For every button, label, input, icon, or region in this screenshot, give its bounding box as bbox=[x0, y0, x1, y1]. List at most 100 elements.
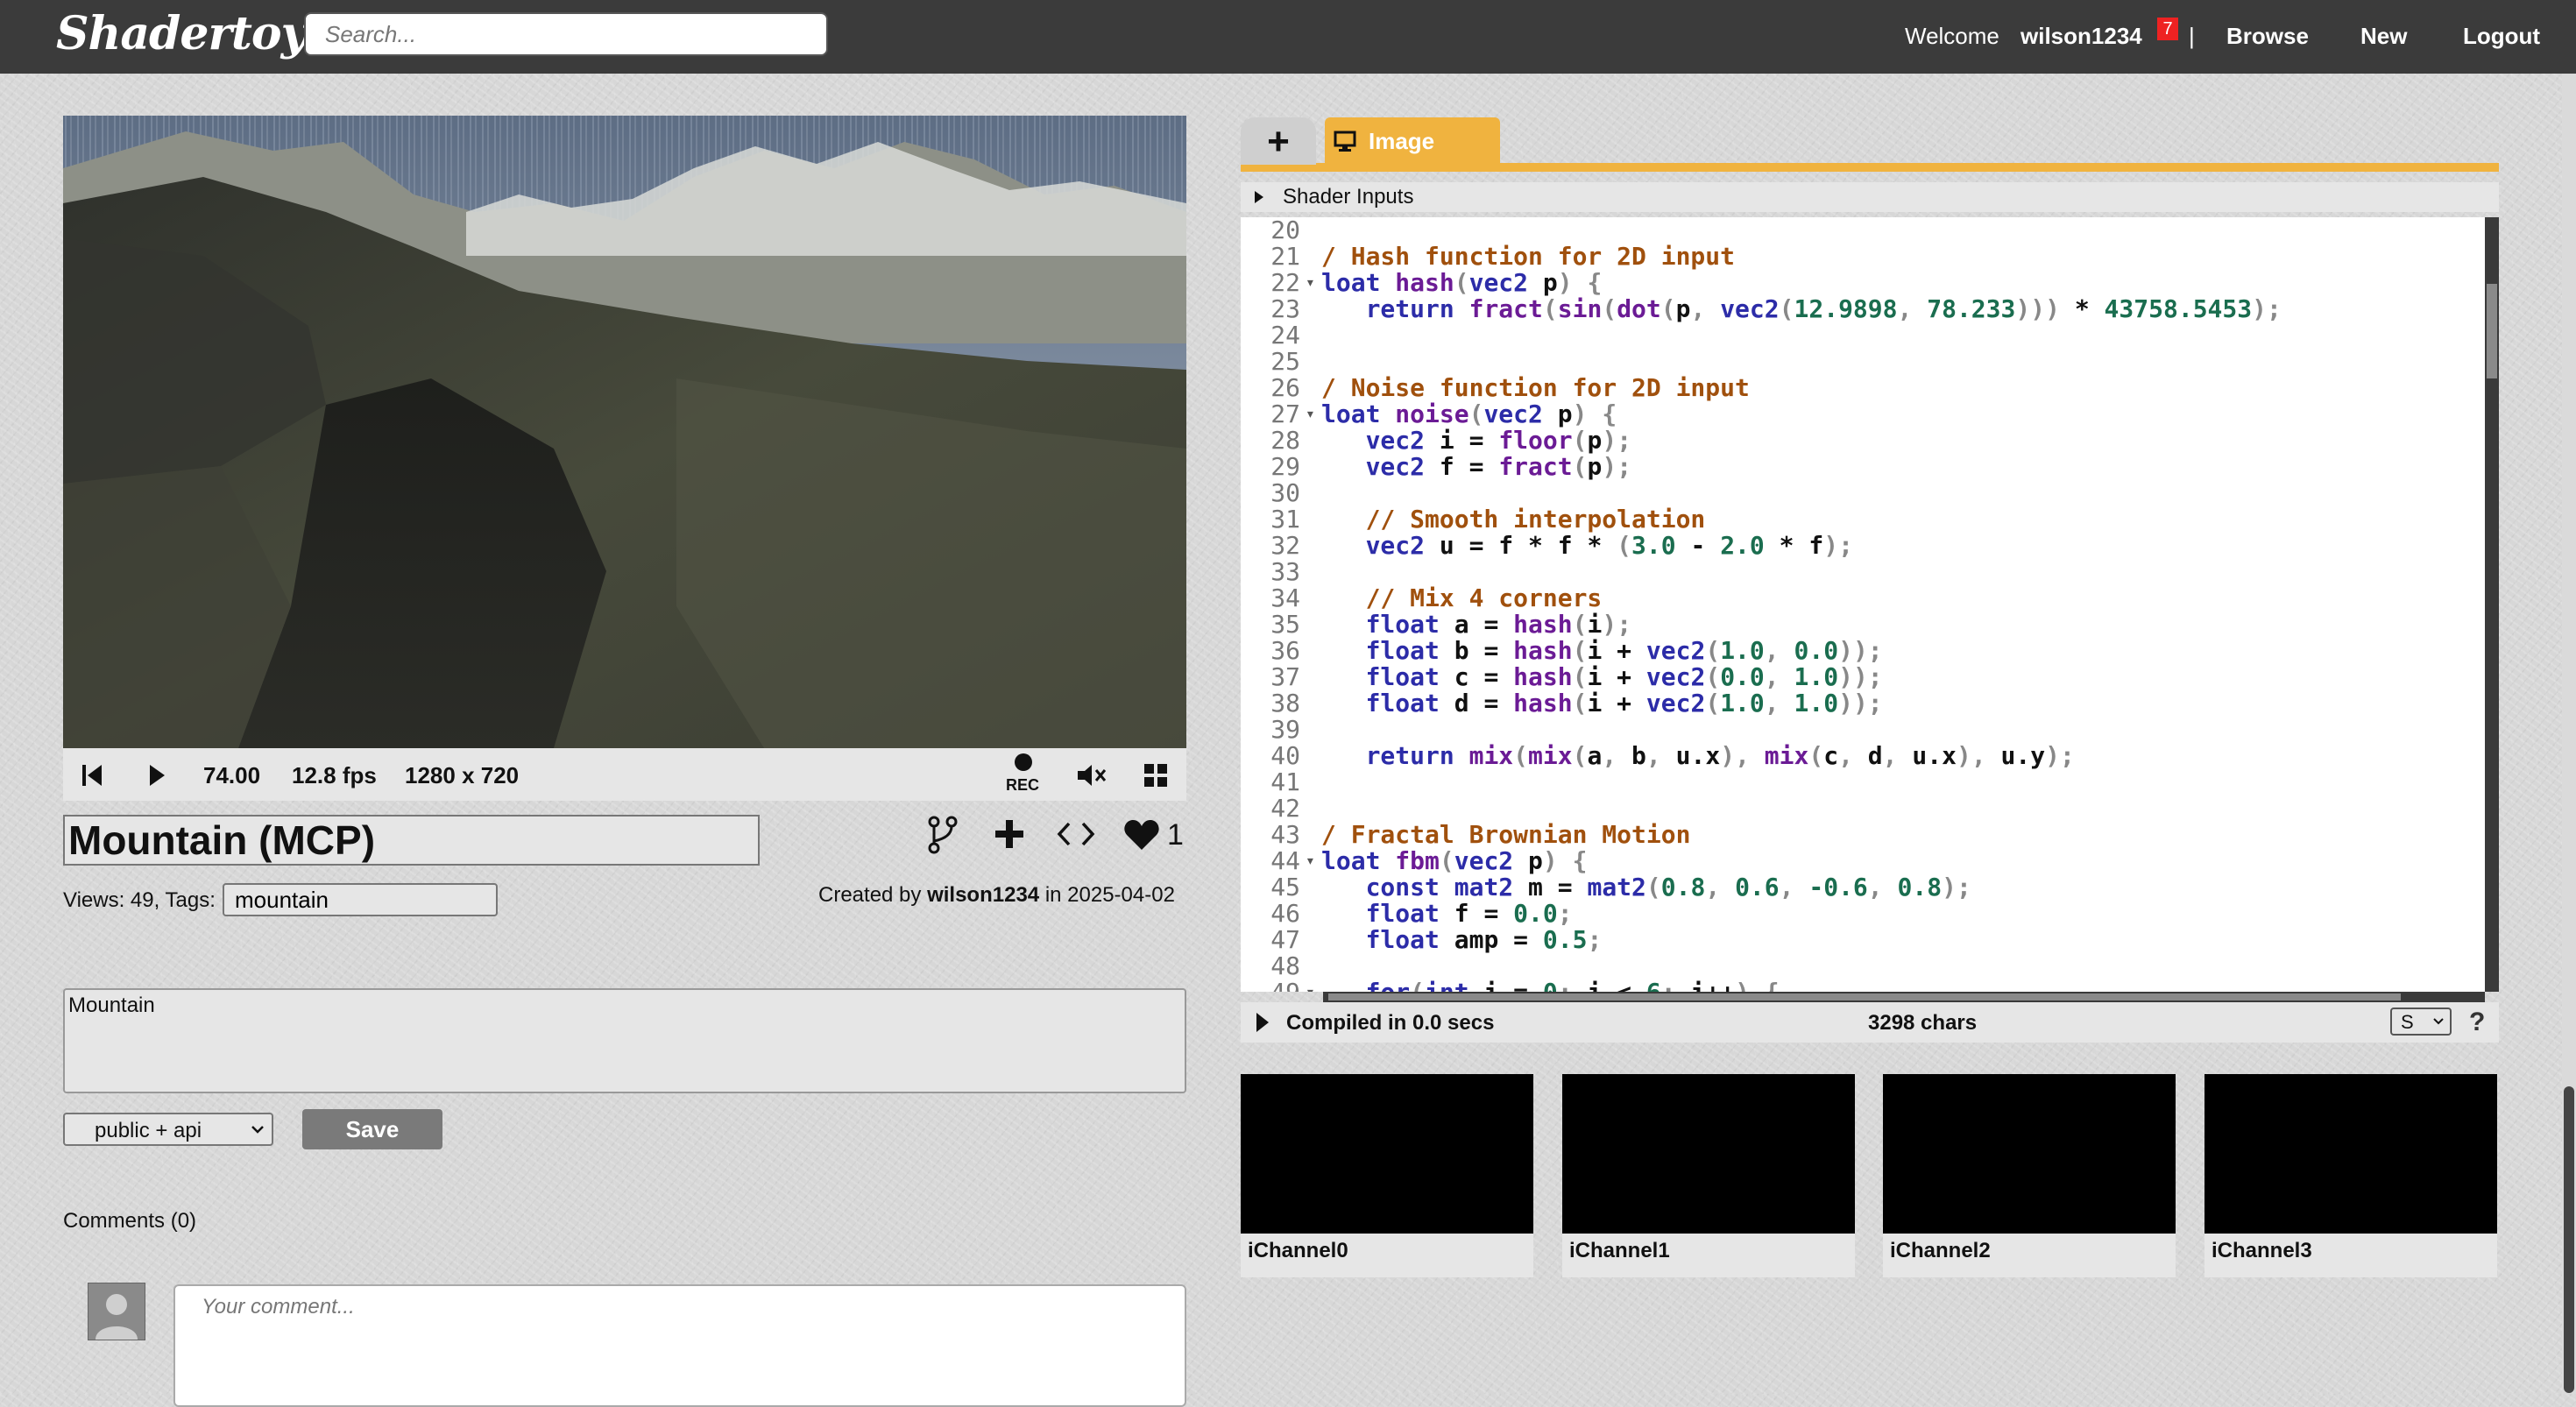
top-bar: Shadertoy Welcome wilson1234 7 | Browse … bbox=[0, 0, 2576, 74]
code-line[interactable]: 46 float f = 0.0; bbox=[1241, 901, 2485, 927]
line-number: 36 bbox=[1270, 636, 1300, 665]
username-link[interactable]: wilson1234 bbox=[2020, 23, 2142, 50]
author-link[interactable]: wilson1234 bbox=[927, 883, 1039, 907]
compile-play-icon[interactable] bbox=[1255, 1011, 1270, 1034]
code-text: // Mix 4 corners bbox=[1321, 583, 1603, 612]
browse-link[interactable]: Browse bbox=[2226, 23, 2309, 50]
line-number: 32 bbox=[1270, 531, 1300, 560]
line-number: 48 bbox=[1270, 951, 1300, 980]
code-text: loat fbm(vec2 p) { bbox=[1321, 846, 1588, 875]
ichannel2-preview[interactable] bbox=[1883, 1074, 2176, 1234]
fold-caret-icon[interactable]: ▾ bbox=[1306, 848, 1315, 874]
code-line[interactable]: 41 bbox=[1241, 769, 2485, 795]
line-number: 24 bbox=[1270, 321, 1300, 350]
shadertoy-logo[interactable]: Shadertoy bbox=[56, 7, 308, 60]
tags-input[interactable] bbox=[223, 883, 498, 916]
user-silhouette-icon bbox=[96, 1294, 138, 1340]
notification-badge[interactable]: 7 bbox=[2157, 18, 2178, 40]
fork-icon[interactable] bbox=[927, 815, 959, 855]
code-text: float a = hash(i); bbox=[1365, 610, 1632, 639]
ichannel1-preview[interactable] bbox=[1562, 1074, 1855, 1234]
tab-image-label: Image bbox=[1369, 128, 1435, 154]
code-editor[interactable]: 20 21/ Hash function for 2D input 22 ▾ loat … bbox=[1241, 217, 2485, 992]
ichannel3-label: iChannel3 bbox=[2212, 1239, 2312, 1262]
code-line[interactable]: 22 ▾ loat hash(vec2 p) { bbox=[1241, 270, 2485, 296]
code-line[interactable]: 33 bbox=[1241, 559, 2485, 585]
volume-icon[interactable] bbox=[1076, 762, 1108, 788]
logout-link[interactable]: Logout bbox=[2463, 23, 2540, 50]
code-line[interactable]: 42 bbox=[1241, 795, 2485, 822]
code-line[interactable]: 37 float c = hash(i + vec2(0.0, 1.0)); bbox=[1241, 664, 2485, 690]
shader-preview-canvas[interactable] bbox=[63, 116, 1186, 748]
code-line[interactable]: 45 const mat2 m = mat2(0.8, 0.6, -0.6, 0… bbox=[1241, 874, 2485, 901]
fold-caret-icon[interactable]: ▾ bbox=[1306, 270, 1315, 296]
ichannel1-slot[interactable]: iChannel1 bbox=[1562, 1074, 1855, 1277]
code-line[interactable]: 25 bbox=[1241, 349, 2485, 375]
line-number: 33 bbox=[1270, 557, 1300, 586]
font-size-select[interactable]: S bbox=[2390, 1008, 2452, 1036]
code-line[interactable]: 49 ▾ for(int i = 0; i < 6; i++) { bbox=[1241, 979, 2485, 993]
editor-horizontal-scroll-thumb[interactable] bbox=[1328, 993, 2401, 1000]
code-line[interactable]: 32 vec2 u = f * f * (3.0 - 2.0 * f); bbox=[1241, 533, 2485, 559]
time-display: 74.00 bbox=[203, 762, 261, 788]
code-line[interactable]: 44 ▾ loat fbm(vec2 p) { bbox=[1241, 848, 2485, 874]
ichannel3-preview[interactable] bbox=[2204, 1074, 2497, 1234]
ichannel2-slot[interactable]: iChannel2 bbox=[1883, 1074, 2176, 1277]
code-line[interactable]: 43 / Fractal Brownian Motion bbox=[1241, 822, 2485, 848]
description-textarea[interactable]: Mountain bbox=[63, 988, 1186, 1093]
code-line[interactable]: 47 float amp = 0.5; bbox=[1241, 927, 2485, 953]
code-line[interactable]: 28 vec2 i = floor(p); bbox=[1241, 428, 2485, 454]
shader-inputs-label: Shader Inputs bbox=[1283, 185, 1414, 209]
add-to-playlist-icon[interactable] bbox=[994, 818, 1025, 850]
new-link[interactable]: New bbox=[2360, 23, 2407, 50]
ichannel3-slot[interactable]: iChannel3 bbox=[2204, 1074, 2497, 1277]
code-line[interactable]: 23 return fract(sin(dot(p, vec2(12.9898,… bbox=[1241, 296, 2485, 322]
search-input[interactable] bbox=[304, 12, 828, 56]
ichannel0-slot[interactable]: iChannel0 bbox=[1241, 1074, 1533, 1277]
code-line[interactable]: 29 vec2 f = fract(p); bbox=[1241, 454, 2485, 480]
comments-heading: Comments (0) bbox=[63, 1209, 197, 1233]
created-by-prefix: Created by bbox=[818, 883, 922, 907]
fold-caret-icon[interactable]: ▾ bbox=[1306, 401, 1315, 428]
embed-code-icon[interactable] bbox=[1057, 820, 1095, 848]
line-number: 30 bbox=[1270, 478, 1300, 507]
editor-vertical-scroll-thumb[interactable] bbox=[2487, 284, 2497, 378]
code-text: / Fractal Brownian Motion bbox=[1321, 820, 1691, 849]
code-line[interactable]: 30 bbox=[1241, 480, 2485, 506]
code-line[interactable]: 36 float b = hash(i + vec2(1.0, 0.0)); bbox=[1241, 638, 2485, 664]
code-line[interactable]: 34 // Mix 4 corners bbox=[1241, 585, 2485, 612]
line-number: 38 bbox=[1270, 689, 1300, 718]
help-button[interactable]: ? bbox=[2469, 1008, 2485, 1037]
code-line[interactable]: 26 / Noise function for 2D input bbox=[1241, 375, 2485, 401]
code-line[interactable]: 21 / Hash function for 2D input bbox=[1241, 244, 2485, 270]
ichannel0-preview[interactable] bbox=[1241, 1074, 1533, 1234]
created-by-line: Created by wilson1234 in 2025-04-02 bbox=[818, 883, 1175, 908]
rewind-icon[interactable] bbox=[81, 763, 103, 788]
comment-input[interactable]: Your comment... bbox=[173, 1284, 1186, 1407]
fold-caret-icon[interactable]: ▾ bbox=[1306, 979, 1315, 992]
save-button[interactable]: Save bbox=[302, 1109, 442, 1149]
code-line[interactable]: 24 bbox=[1241, 322, 2485, 349]
play-icon[interactable] bbox=[147, 763, 166, 788]
code-line[interactable]: 48 bbox=[1241, 953, 2485, 979]
code-line[interactable]: 35 float a = hash(i); bbox=[1241, 612, 2485, 638]
code-line[interactable]: 31 // Smooth interpolation bbox=[1241, 506, 2485, 533]
heart-icon[interactable] bbox=[1123, 818, 1160, 852]
code-line[interactable]: 20 bbox=[1241, 217, 2485, 244]
code-line[interactable]: 39 bbox=[1241, 717, 2485, 743]
code-line[interactable]: 38 float d = hash(i + vec2(1.0, 1.0)); bbox=[1241, 690, 2485, 717]
char-count: 3298 chars bbox=[1868, 1011, 1978, 1035]
add-tab-button[interactable]: + bbox=[1241, 117, 1316, 165]
code-line[interactable]: 40 return mix(mix(a, b, u.x), mix(c, d, … bbox=[1241, 743, 2485, 769]
record-button[interactable]: REC bbox=[1006, 753, 1041, 797]
code-line[interactable]: 27 ▾ loat noise(vec2 p) { bbox=[1241, 401, 2485, 428]
code-text: float amp = 0.5; bbox=[1365, 925, 1603, 954]
shader-inputs-toggle[interactable]: Shader Inputs bbox=[1241, 182, 2499, 212]
shader-title-input[interactable] bbox=[63, 815, 760, 866]
line-number: 23 bbox=[1270, 294, 1300, 323]
code-text: for(int i = 0; i < 6; i++) { bbox=[1321, 979, 1780, 993]
tab-image[interactable]: Image bbox=[1325, 117, 1500, 165]
visibility-select[interactable]: public + api bbox=[63, 1113, 273, 1146]
fullscreen-icon[interactable] bbox=[1143, 762, 1169, 788]
page-scroll-thumb[interactable] bbox=[2564, 1086, 2574, 1393]
